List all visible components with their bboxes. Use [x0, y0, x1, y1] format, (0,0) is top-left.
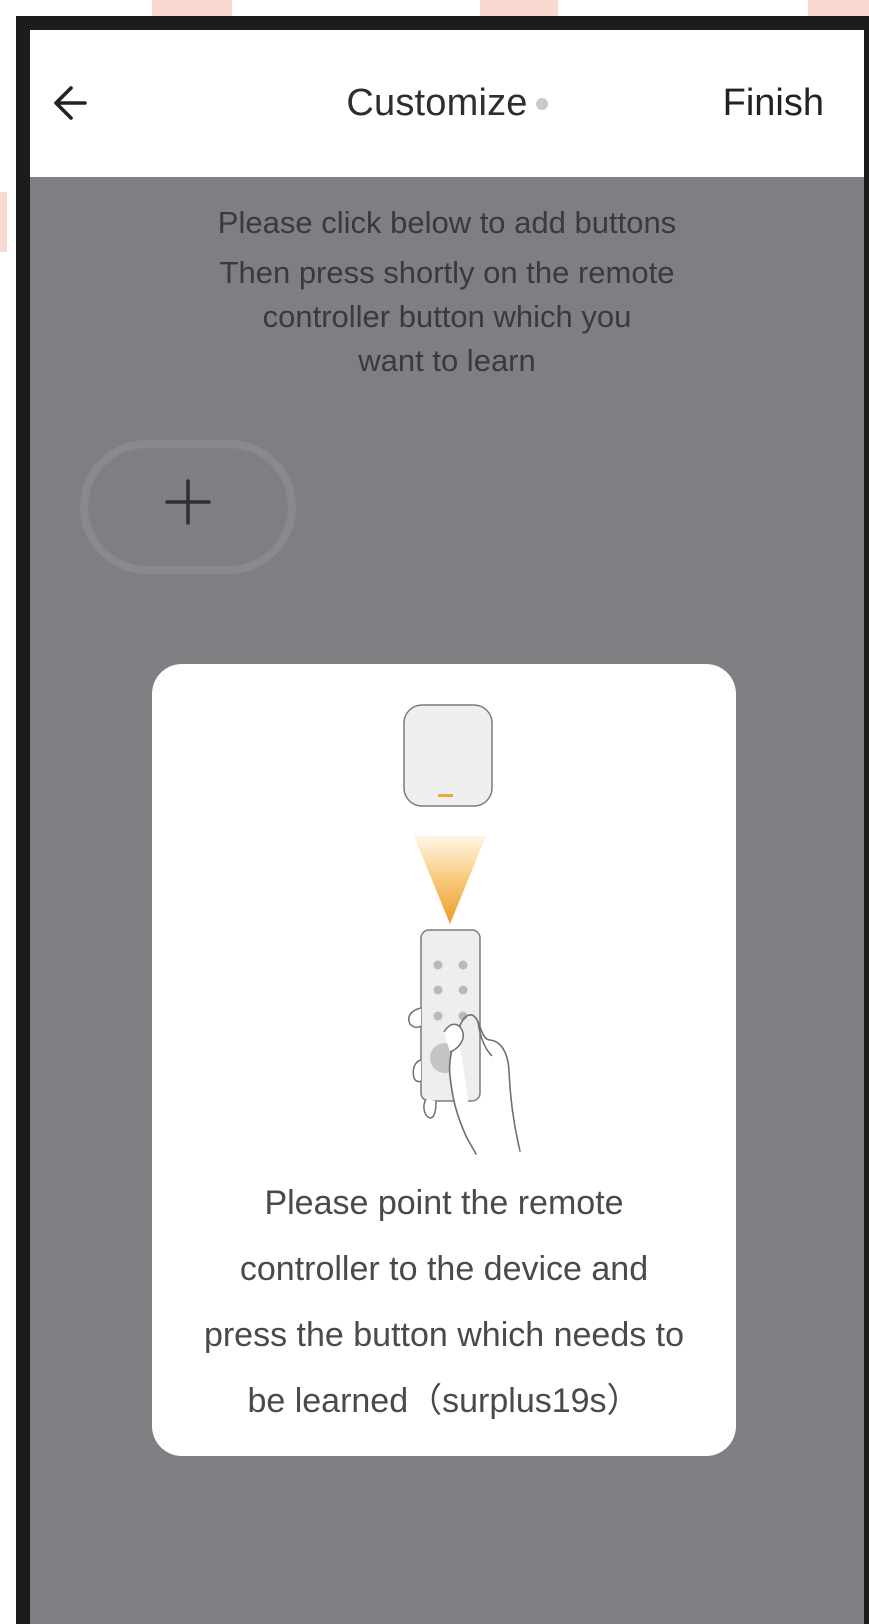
remote-pointing-at-device-icon: [403, 704, 521, 1155]
plus-icon: [165, 479, 211, 525]
dialog-message-line: press the button which needs to: [203, 1316, 685, 1354]
learning-dialog: Please point the remote controller to th…: [152, 664, 736, 1456]
dialog-message-line: Please point the remote: [264, 1184, 624, 1222]
dimmed-content: Please click below to add buttons Then p…: [30, 177, 864, 1624]
status-dot: [535, 98, 548, 110]
finish-button[interactable]: Finish: [723, 80, 824, 126]
top-bar: Customize Finish: [30, 30, 864, 177]
add-button[interactable]: [80, 440, 296, 574]
instruction-line: want to learn: [358, 343, 536, 378]
dialog-message: Please point the remote controller to th…: [172, 1170, 716, 1434]
background-decoration: [0, 192, 7, 252]
page: Customize Finish Please click below to a…: [0, 0, 869, 1624]
instruction-line: Then press shortly on the remote: [219, 255, 675, 290]
dialog-message-line: be learned（surplus19s）: [247, 1382, 641, 1420]
app-screen: Customize Finish Please click below to a…: [30, 30, 864, 1624]
instructions: Please click below to add buttons Then p…: [30, 201, 864, 383]
page-title: Customize: [346, 81, 528, 124]
background-decoration: [152, 0, 232, 16]
background-decoration: [480, 0, 558, 16]
instruction-line: controller button which you: [262, 299, 632, 334]
dialog-message-line: controller to the device and: [239, 1250, 649, 1288]
instruction-line: Please click below to add buttons: [217, 205, 677, 240]
background-decoration: [808, 0, 869, 16]
